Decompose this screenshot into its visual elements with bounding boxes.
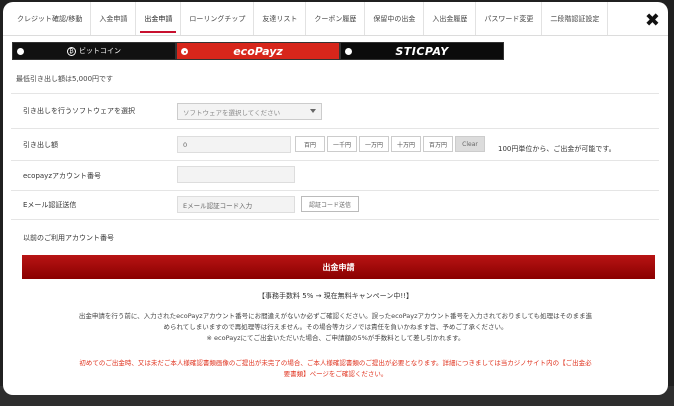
- tab-credit[interactable]: クレジット確認/移動: [9, 2, 92, 35]
- amount-button-10000[interactable]: 一万円: [359, 136, 389, 152]
- amount-label: 引き出し額: [23, 140, 58, 149]
- fee-note: 【事務手数料 5% → 現在無料キャンペーン中!!】: [258, 292, 413, 300]
- row-email: Eメール認証送信 Eメール認証コード入力 認証コード送信: [11, 190, 659, 219]
- tab-bar: クレジット確認/移動 入金申請 出金申請 ローリングチップ 友達リスト クーポン…: [3, 2, 668, 36]
- amount-clear-button[interactable]: Clear: [455, 136, 485, 152]
- method-sticpay[interactable]: STICPAY: [340, 42, 504, 60]
- payment-method-selector: ₿ ビットコイン ecoPayz STICPAY: [12, 42, 504, 60]
- method-bitcoin[interactable]: ₿ ビットコイン: [12, 42, 176, 60]
- close-icon[interactable]: ✖: [645, 12, 660, 30]
- software-label: 引き出しを行うソフトウェアを選択: [23, 107, 135, 115]
- radio-ecopayz[interactable]: [181, 48, 188, 55]
- row-account: ecopayzアカウント番号: [11, 160, 659, 190]
- withdrawal-form: 引き出しを行うソフトウェアを選択 ソフトウェアを選択してください 引き出し額 0…: [11, 93, 659, 253]
- radio-sticpay[interactable]: [345, 48, 352, 55]
- info-text: 出金申請を行う前に、入力されたecoPayzアカウント番号にお間違えがないか必ず…: [23, 311, 648, 344]
- account-label: ecopayzアカウント番号: [23, 171, 101, 180]
- sticpay-logo: STICPAY: [395, 44, 449, 58]
- email-code-input[interactable]: Eメール認証コード入力: [177, 196, 295, 213]
- row-previous-accounts: 以前のご利用アカウント番号: [11, 219, 659, 253]
- warning-line: 初めてのご出金時、又は未だご本人様確認書類画像のご提出が未完了の場合、ご本人様確…: [79, 359, 592, 367]
- software-select[interactable]: ソフトウェアを選択してください: [177, 103, 322, 120]
- withdrawal-modal: クレジット確認/移動 入金申請 出金申請 ローリングチップ 友達リスト クーポン…: [3, 2, 668, 395]
- bitcoin-icon: ₿: [67, 46, 76, 56]
- send-code-button[interactable]: 認証コード送信: [301, 196, 359, 212]
- radio-bitcoin[interactable]: [17, 48, 24, 55]
- method-bitcoin-label: ビットコイン: [79, 47, 121, 55]
- tab-two-factor[interactable]: 二段階認証設定: [542, 2, 609, 35]
- tab-rolling-chip[interactable]: ローリングチップ: [181, 2, 255, 35]
- amount-button-100[interactable]: 百円: [295, 136, 325, 152]
- account-number-input[interactable]: [177, 166, 295, 183]
- warning-text: 初めてのご出金時、又は未だご本人様確認書類画像のご提出が未完了の場合、ご本人様確…: [23, 358, 648, 380]
- amount-input[interactable]: 0: [177, 136, 291, 153]
- amount-button-1000[interactable]: 一千円: [327, 136, 357, 152]
- amount-button-100000[interactable]: 十万円: [391, 136, 421, 152]
- tab-password-change[interactable]: パスワード変更: [476, 2, 543, 35]
- info-line: ※ ecoPayzにてご出金いただいた場合、ご申請額の5%が手数料として差し引か…: [206, 334, 465, 342]
- previous-accounts-label: 以前のご利用アカウント番号: [23, 234, 114, 242]
- method-ecopayz[interactable]: ecoPayz: [176, 42, 340, 60]
- info-line: 出金申請を行う前に、入力されたecoPayzアカウント番号にお間違えがないか必ず…: [78, 312, 593, 320]
- tab-friends[interactable]: 友達リスト: [254, 2, 307, 35]
- row-amount: 引き出し額 0 百円 一千円 一万円 十万円 百万円 Clear 100円単位か…: [11, 128, 659, 160]
- warning-line: 要書類】ページをご確認ください。: [283, 370, 388, 378]
- amount-button-1000000[interactable]: 百万円: [423, 136, 453, 152]
- tab-transaction-history[interactable]: 入出金履歴: [424, 2, 477, 35]
- info-line: められてしまいますので再処理等は行えません。その場合等カジノでは責任を負いかねま…: [163, 323, 508, 331]
- amount-note: 100円単位から、ご出金が可能です。: [498, 145, 616, 153]
- tab-deposit[interactable]: 入金申請: [91, 2, 137, 35]
- tab-withdrawal[interactable]: 出金申請: [136, 2, 182, 35]
- chevron-down-icon: [310, 109, 316, 113]
- tab-coupon-history[interactable]: クーポン履歴: [306, 2, 366, 35]
- software-select-placeholder: ソフトウェアを選択してください: [183, 108, 281, 117]
- minimum-withdrawal-note: 最低引き出し額は5,000円です: [16, 75, 114, 83]
- withdraw-submit-button[interactable]: 出金申請: [22, 255, 655, 279]
- row-software: 引き出しを行うソフトウェアを選択 ソフトウェアを選択してください: [11, 93, 659, 128]
- ecopayz-logo: ecoPayz: [233, 44, 283, 58]
- email-label: Eメール認証送信: [23, 201, 77, 209]
- tab-pending-withdrawals[interactable]: 保留中の出金: [365, 2, 425, 35]
